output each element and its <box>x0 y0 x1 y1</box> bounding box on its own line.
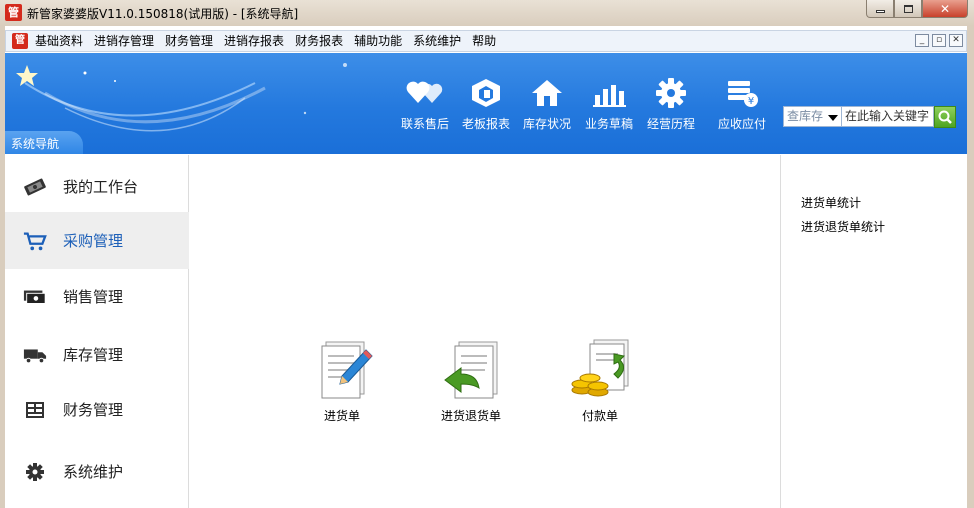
sidebar-item-label: 库存管理 <box>63 346 124 364</box>
window-right-border <box>967 26 974 508</box>
document-return-icon <box>444 341 498 399</box>
search-input[interactable]: 在此输入关键字 <box>842 106 934 127</box>
right-panel: 进货单统计 进货退货单统计 <box>780 155 967 508</box>
house-icon <box>532 80 562 106</box>
document-coins-icon <box>571 339 629 397</box>
payment-order-shortcut[interactable]: 付款单 <box>555 338 645 424</box>
menu-bar: 管 基础资料 进销存管理 财务管理 进销存报表 财务报表 辅助功能 系统维护 帮… <box>5 30 967 52</box>
minimize-icon <box>875 10 885 13</box>
main-content: 进货单 进货退货单 付款单 <box>190 155 780 508</box>
search-icon <box>938 110 952 124</box>
sidebar-item-label: 系统维护 <box>63 463 124 481</box>
menu-logo-icon: 管 <box>12 33 28 49</box>
mdi-minimize-button[interactable]: _ <box>915 34 929 47</box>
workbench-icon <box>23 175 47 199</box>
menu-item-basic-data[interactable]: 基础资料 <box>35 34 83 49</box>
maximize-button[interactable] <box>894 0 922 18</box>
hearts-icon <box>406 81 443 103</box>
gear-icon <box>23 460 47 484</box>
tool-contact-support[interactable]: 联系售后 <box>395 77 455 133</box>
window-title: 新管家婆婆版V11.0.150818(试用版) - [系统导航] <box>27 7 299 21</box>
purchase-return-shortcut[interactable]: 进货退货单 <box>426 338 516 424</box>
app-logo-icon: 管 <box>5 4 22 21</box>
menu-item-finance-management[interactable]: 财务管理 <box>165 34 213 49</box>
svg-text:¥: ¥ <box>748 96 754 107</box>
search-type-value: 查库存 <box>787 109 824 123</box>
tool-label: 经营历程 <box>646 117 695 131</box>
tool-label: 应收应付 <box>717 117 766 131</box>
gear-icon <box>656 78 686 108</box>
truck-icon <box>23 343 47 367</box>
mdi-close-button[interactable]: ✕ <box>949 34 963 47</box>
sidebar-item-sales[interactable]: 销售管理 <box>5 268 189 325</box>
search-area: 查库存 在此输入关键字 <box>783 105 956 128</box>
system-navigation-tab[interactable]: 系统导航 <box>5 131 83 154</box>
window-controls: ✕ <box>866 0 968 18</box>
sidebar: 我的工作台 采购管理 销售管理 库存管理 财务管理 系统维护 <box>5 155 189 508</box>
money-stack-icon: ¥ <box>728 81 758 107</box>
sidebar-item-finance[interactable]: 财务管理 <box>5 381 189 438</box>
search-button[interactable] <box>934 105 956 128</box>
maximize-icon <box>903 4 913 13</box>
sidebar-item-purchase[interactable]: 采购管理 <box>5 212 189 269</box>
menu-item-system-maintenance[interactable]: 系统维护 <box>413 34 461 49</box>
tool-business-history[interactable]: 经营历程 <box>641 77 701 133</box>
mdi-controls: _ ▫ ✕ <box>915 34 963 47</box>
shortcut-label: 付款单 <box>581 409 618 423</box>
sidebar-item-system[interactable]: 系统维护 <box>5 443 189 500</box>
hexagon-report-icon <box>472 79 500 107</box>
sidebar-item-label: 采购管理 <box>63 232 124 250</box>
search-type-select[interactable]: 查库存 <box>783 106 842 127</box>
mdi-restore-button[interactable]: ▫ <box>932 34 946 47</box>
tool-boss-report[interactable]: 老板报表 <box>456 77 516 133</box>
cart-icon <box>23 229 47 253</box>
menu-item-finance-reports[interactable]: 财务报表 <box>295 34 343 49</box>
tool-business-draft[interactable]: 业务草稿 <box>579 77 639 133</box>
menu-items: 基础资料 进销存管理 财务管理 进销存报表 财务报表 辅助功能 系统维护 帮助 <box>35 34 507 49</box>
banner: 系统导航 联系售后 老板报表 库存状况 业务草稿 经营历程 ¥ 应收应付 查库存… <box>5 53 967 154</box>
tool-receivables-payables[interactable]: ¥ 应收应付 <box>712 77 772 133</box>
chevron-down-icon <box>828 115 838 121</box>
sidebar-item-label: 财务管理 <box>63 401 124 419</box>
shortcut-label: 进货退货单 <box>440 409 501 423</box>
tool-inventory-status[interactable]: 库存状况 <box>517 77 577 133</box>
bar-chart-icon <box>593 85 626 107</box>
title-bar: 管 新管家婆婆版V11.0.150818(试用版) - [系统导航] ✕ <box>0 0 974 26</box>
nav-tab-label: 系统导航 <box>11 137 60 151</box>
menu-item-inventory-reports[interactable]: 进销存报表 <box>224 34 284 49</box>
minimize-button[interactable] <box>866 0 894 18</box>
sidebar-item-label: 我的工作台 <box>63 178 139 196</box>
ledger-icon <box>23 398 47 422</box>
sidebar-item-label: 销售管理 <box>63 288 124 306</box>
document-pencil-icon <box>321 341 373 399</box>
purchase-order-shortcut[interactable]: 进货单 <box>297 338 387 424</box>
menu-item-auxiliary[interactable]: 辅助功能 <box>354 34 402 49</box>
menu-item-help[interactable]: 帮助 <box>472 34 496 49</box>
sidebar-item-workbench[interactable]: 我的工作台 <box>5 158 189 215</box>
sidebar-item-inventory[interactable]: 库存管理 <box>5 326 189 383</box>
link-purchase-return-statistics[interactable]: 进货退货单统计 <box>801 218 885 235</box>
close-button[interactable]: ✕ <box>922 0 968 18</box>
cash-icon <box>23 285 47 309</box>
link-purchase-statistics[interactable]: 进货单统计 <box>801 194 861 211</box>
close-icon: ✕ <box>939 1 951 16</box>
shortcut-label: 进货单 <box>323 409 360 423</box>
menu-item-inventory-management[interactable]: 进销存管理 <box>94 34 154 49</box>
